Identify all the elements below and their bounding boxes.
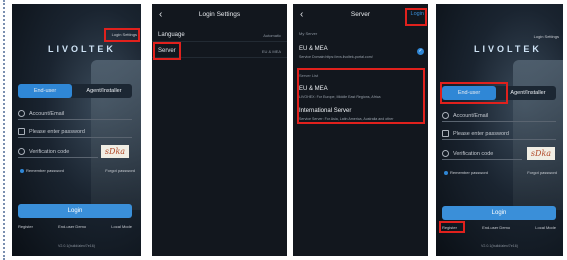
server-screen: ‹ Server Login My Server EU & MEA Servic… [293,4,428,256]
local-mode-link[interactable]: Local Mode [535,225,556,230]
highlight-box [104,28,140,42]
bottom-links: Register End-user Demo Local Mode [18,224,132,229]
login-button[interactable]: Login [18,204,132,218]
app-logo: LIVOLTEK [48,44,116,54]
login-button[interactable]: Login [442,206,556,220]
checkmark-icon: ✓ [417,48,424,55]
shield-icon [442,150,449,157]
version-text: V2.0.1(build/alex/7e16) [58,244,95,248]
remember-password[interactable]: Remember password [20,168,64,173]
account-placeholder: Account/Email [453,112,489,119]
lock-icon [18,128,25,135]
demo-link[interactable]: End-user Demo [58,224,86,229]
page-edge-marker [3,0,5,260]
user-type-tabs: End-user Agent/Installer [18,84,132,98]
account-field[interactable]: Account/Email [442,110,556,122]
highlight-box [439,221,465,233]
page-title: Login Settings [198,11,241,18]
highlight-box [153,42,181,60]
checkbox-icon [444,170,448,175]
remember-password[interactable]: Remember password [444,170,488,175]
row-label: Language [158,32,185,38]
shield-icon [18,148,25,155]
login-settings-screen: ‹ Login Settings Language Automatic Serv… [152,4,287,256]
tab-agent-installer[interactable]: Agent/Installer [76,84,132,98]
login-screen-2: Login Settings LIVOLTEK End-user Agent/I… [436,4,563,256]
captcha-image[interactable]: sDka [101,145,129,158]
register-link[interactable]: Register [18,224,33,229]
app-logo: LIVOLTEK [474,44,542,54]
user-icon [442,112,449,119]
password-field[interactable]: Please enter password [18,126,132,138]
password-field[interactable]: Please enter password [442,128,556,140]
user-icon [18,110,25,117]
login-settings-link[interactable]: Login Settings [534,34,559,39]
highlight-box [440,82,508,104]
forgot-password-link[interactable]: Forgot password [527,170,557,175]
demo-link[interactable]: End-user Demo [482,225,510,230]
password-placeholder: Please enter password [29,128,85,135]
login-screen-1: Login Settings LIVOLTEK End-user Agent/I… [12,4,141,256]
version-text: V2.0.1(build/alex/7e16) [481,244,518,248]
verification-placeholder: Verification code [29,148,70,155]
tab-agent-installer[interactable]: Agent/Installer [500,86,556,100]
forgot-password-link[interactable]: Forgot password [105,168,135,173]
remember-label: Remember password [26,168,65,173]
password-placeholder: Please enter password [453,130,509,137]
verification-field[interactable]: Verification code [442,148,522,160]
remember-label: Remember password [450,170,489,175]
current-server-name: EU & MEA [299,46,328,52]
row-value: Automatic [263,33,281,38]
verification-placeholder: Verification code [453,150,494,157]
lock-icon [442,130,449,137]
tab-end-user[interactable]: End-user [18,84,72,98]
nav-header: ‹ Login Settings [152,4,287,26]
current-server-desc: Service Domain:https://evs.livoltek-port… [299,55,373,59]
local-mode-link[interactable]: Local Mode [111,224,132,229]
checkbox-icon [20,168,24,173]
row-value: EU & MEA [261,49,281,54]
account-placeholder: Account/Email [29,110,65,117]
captcha-image[interactable]: sDka [527,147,555,160]
verification-field[interactable]: Verification code [18,146,98,158]
account-field[interactable]: Account/Email [18,108,132,120]
highlight-box [297,68,425,124]
settings-row-language[interactable]: Language Automatic [152,28,287,42]
highlight-box [405,8,427,26]
my-server-label: My Server [299,31,318,36]
